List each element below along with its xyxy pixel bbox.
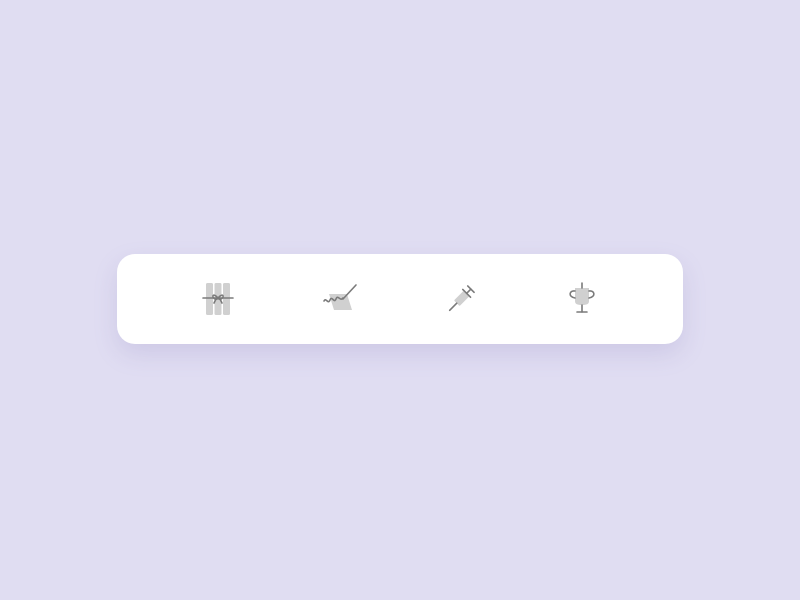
trophy-icon [569, 282, 595, 313]
tab-bar [117, 254, 683, 344]
dynamite-icon [201, 283, 234, 315]
tab-trophy[interactable] [558, 275, 606, 323]
tab-syringe[interactable] [437, 275, 485, 323]
page-background [0, 0, 800, 600]
tab-dynamite[interactable] [194, 275, 242, 323]
signature-pen-icon [323, 284, 358, 310]
syringe-icon [448, 285, 475, 312]
tab-signature[interactable] [315, 275, 363, 323]
